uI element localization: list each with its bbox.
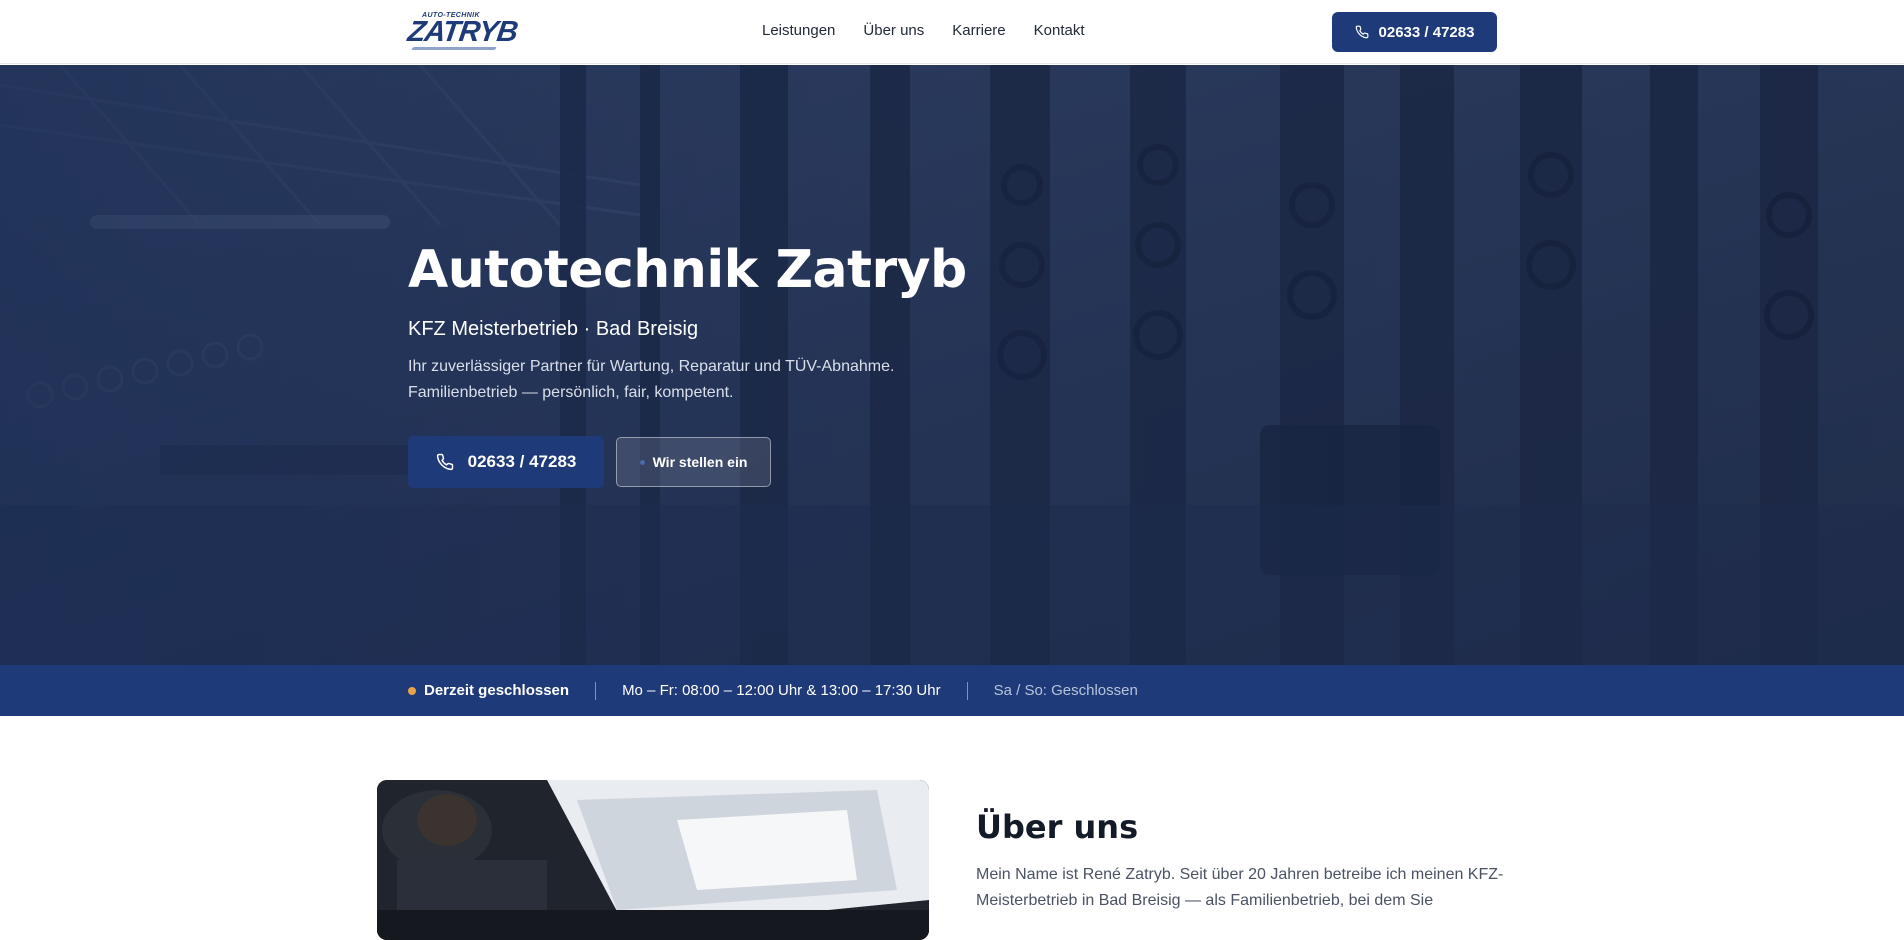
hero-phone-button[interactable]: 02633 / 47283 <box>408 436 604 488</box>
hero-section: Autotechnik Zatryb KFZ Meisterbetrieb · … <box>0 65 1904 665</box>
hero-description: Ihr zuverlässiger Partner für Wartung, R… <box>408 354 968 406</box>
nav-leistungen[interactable]: Leistungen <box>762 22 835 39</box>
mechanic-photo <box>377 780 929 940</box>
hero-subtitle: KFZ Meisterbetrieb · Bad Breisig <box>408 318 699 340</box>
opening-hours-bar: Derzeit geschlossen Mo – Fr: 08:00 – 12:… <box>0 665 1904 716</box>
opening-hours-content: Derzeit geschlossen Mo – Fr: 08:00 – 12:… <box>408 665 1138 716</box>
main-nav: Leistungen Über uns Karriere Kontakt <box>762 22 1085 39</box>
weekday-hours: Mo – Fr: 08:00 – 12:00 Uhr & 13:00 – 17:… <box>622 682 941 699</box>
weekend-hours: Sa / So: Geschlossen <box>993 682 1138 699</box>
status-dot <box>408 686 416 695</box>
nav-kontakt[interactable]: Kontakt <box>1034 22 1085 39</box>
header-phone-label: 02633 / 47283 <box>1378 23 1475 41</box>
header-phone-button[interactable]: 02633 / 47283 <box>1332 12 1497 52</box>
site-header: AUTO-TECHNIK ZATRYB Leistungen Über uns … <box>0 0 1904 64</box>
jobs-indicator-dot <box>639 459 645 465</box>
hero-description-line2: Familienbetrieb — persönlich, fair, komp… <box>408 384 734 401</box>
nav-ueber-uns[interactable]: Über uns <box>863 22 924 39</box>
logo-swoosh <box>411 47 497 50</box>
zatryb-logo[interactable]: AUTO-TECHNIK ZATRYB <box>406 12 519 52</box>
about-title: Über uns <box>976 808 1139 846</box>
about-text: Mein Name ist René Zatryb. Seit über 20 … <box>976 866 1504 909</box>
nav-karriere[interactable]: Karriere <box>952 22 1005 39</box>
divider <box>966 681 968 700</box>
hero-description-line1: Ihr zuverlässiger Partner für Wartung, R… <box>408 358 895 375</box>
open-status: Derzeit geschlossen <box>424 682 570 699</box>
jobs-button-label: Wir stellen ein <box>652 454 748 470</box>
logo-wordmark: ZATRYB <box>405 16 520 48</box>
hero-title: Autotechnik Zatryb <box>408 240 967 300</box>
phone-icon <box>436 453 453 471</box>
phone-icon <box>1355 25 1368 39</box>
divider <box>595 681 597 700</box>
hero-phone-label: 02633 / 47283 <box>467 452 577 471</box>
hero-content: Autotechnik Zatryb KFZ Meisterbetrieb · … <box>408 65 1208 665</box>
jobs-button[interactable]: Wir stellen ein <box>616 437 771 487</box>
